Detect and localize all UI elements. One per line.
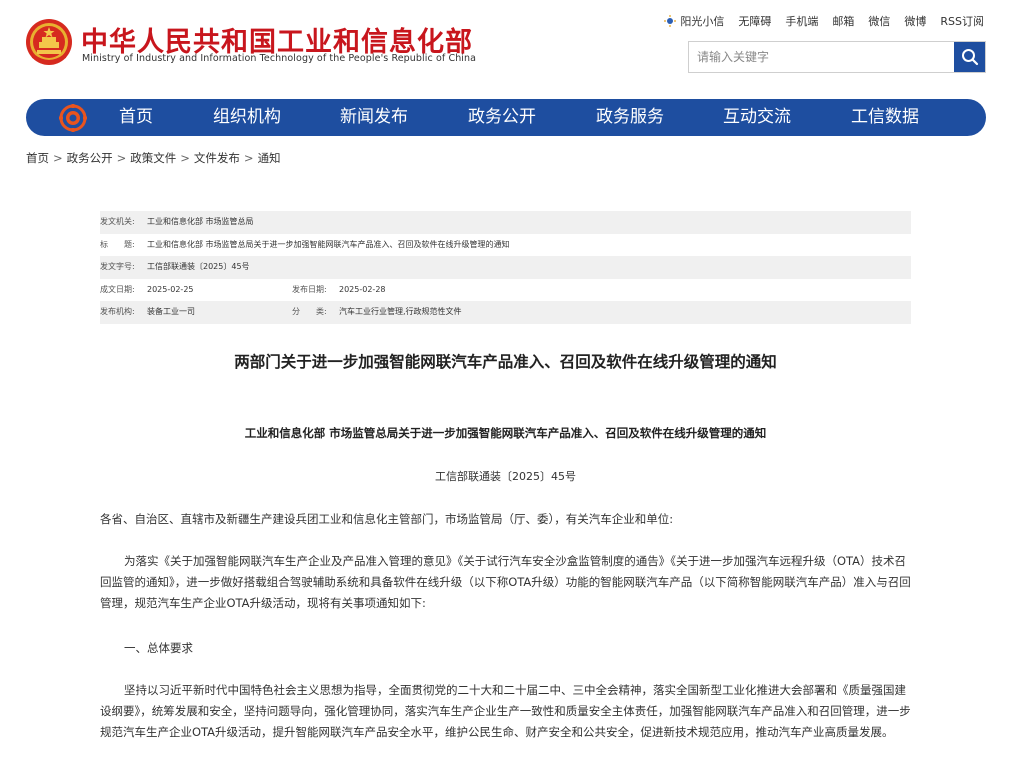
meta-label-docno: 发文字号:	[100, 262, 135, 271]
breadcrumb-home[interactable]: 首页	[26, 151, 49, 165]
breadcrumb-separator: >	[180, 151, 190, 165]
nav-item-data[interactable]: 工信数据	[851, 99, 919, 136]
toplink-weibo[interactable]: 微博	[904, 13, 926, 29]
toplink-accessibility[interactable]: 无障碍	[738, 13, 771, 29]
meta-label-category: 分 类:	[292, 307, 327, 316]
meta-value-title: 工业和信息化部 市场监管总局关于进一步加强智能网联汽车产品准入、召回及软件在线升…	[147, 239, 510, 249]
breadcrumb-policy-files[interactable]: 政策文件	[130, 151, 176, 165]
article-paragraph-1: 为落实《关于加强智能网联汽车生产企业及产品准入管理的意见》《关于试行汽车安全沙盒…	[100, 554, 911, 610]
article-paragraph-2: 坚持以习近平新时代中国特色社会主义思想为指导，全面贯彻党的二十大和二十届二中、三…	[100, 683, 911, 739]
search-button[interactable]	[954, 42, 985, 72]
top-links: 阳光小信 无障碍 手机端 邮箱 微信 微博 RSS订阅	[650, 13, 984, 29]
meta-value-docno: 工信部联通装〔2025〕45号	[147, 262, 250, 271]
meta-row-org: 发布机构: 装备工业一司 分 类: 汽车工业行业管理,行政规范性文件	[100, 301, 911, 324]
document-meta-table: 发文机关: 工业和信息化部 市场监管总局 标 题: 工业和信息化部 市场监管总局…	[100, 211, 911, 324]
site-header: 中华人民共和国工业和信息化部 Ministry of Industry and …	[0, 0, 1036, 98]
breadcrumb-separator: >	[243, 151, 254, 165]
main-nav: 首页 组织机构 新闻发布 政务公开 政务服务 互动交流 工信数据	[26, 99, 986, 136]
toplink-mobile[interactable]: 手机端	[785, 13, 818, 29]
meta-label-issuer: 发文机关:	[100, 217, 135, 226]
breadcrumb-notice[interactable]: 通知	[258, 151, 281, 165]
breadcrumb-government-affairs[interactable]: 政务公开	[67, 151, 113, 165]
meta-row-dates: 成文日期: 2025-02-25 发布日期: 2025-02-28	[100, 279, 911, 302]
meta-row-issuer: 发文机关: 工业和信息化部 市场监管总局	[100, 211, 911, 234]
toplink-label: 阳光小信	[680, 15, 725, 28]
meta-value-org: 装备工业一司	[147, 307, 195, 316]
search-box	[688, 41, 986, 73]
breadcrumb: 首页 > 政务公开 > 政策文件 > 文件发布 > 通知	[26, 150, 281, 166]
meta-row-title: 标 题: 工业和信息化部 市场监管总局关于进一步加强智能网联汽车产品准入、召回及…	[100, 234, 911, 257]
article-addressee: 各省、自治区、直辖市及新疆生产建设兵团工业和信息化主管部门，市场监管局（厅、委）…	[100, 512, 674, 526]
breadcrumb-separator: >	[116, 151, 127, 165]
sun-icon	[664, 15, 677, 27]
breadcrumb-file-release[interactable]: 文件发布	[194, 151, 240, 165]
nav-item-organization[interactable]: 组织机构	[213, 99, 281, 136]
meta-label-published: 发布日期:	[292, 284, 327, 294]
meta-label-org: 发布机构:	[100, 307, 135, 316]
nav-item-services[interactable]: 政务服务	[596, 99, 664, 136]
breadcrumb-separator: >	[53, 151, 63, 165]
meta-row-docno: 发文字号: 工信部联通装〔2025〕45号	[100, 256, 911, 279]
meta-label-created: 成文日期:	[100, 284, 135, 294]
toplink-mail[interactable]: 邮箱	[832, 13, 854, 29]
toplink-wechat[interactable]: 微信	[868, 13, 890, 29]
toplink-rss[interactable]: RSS订阅	[940, 13, 984, 29]
national-emblem-icon[interactable]	[25, 18, 73, 66]
meta-value-issuer: 工业和信息化部 市场监管总局	[147, 217, 254, 226]
meta-value-category: 汽车工业行业管理,行政规范性文件	[339, 307, 462, 316]
site-subtitle: Ministry of Industry and Information Tec…	[82, 53, 477, 64]
nav-item-government-affairs[interactable]: 政务公开	[468, 99, 536, 136]
toplink-sunshine[interactable]: 阳光小信	[664, 13, 724, 29]
article-title: 两部门关于进一步加强智能网联汽车产品准入、召回及软件在线升级管理的通知	[234, 353, 777, 371]
meta-value-created: 2025-02-25	[147, 284, 194, 294]
meta-label-title: 标 题:	[100, 239, 135, 249]
article-section-heading: 一、总体要求	[124, 641, 193, 655]
meta-value-published: 2025-02-28	[339, 284, 386, 294]
nav-item-home[interactable]: 首页	[119, 99, 153, 136]
search-icon	[961, 49, 978, 66]
nav-item-interaction[interactable]: 互动交流	[723, 99, 791, 136]
article-doc-number: 工信部联通装〔2025〕45号	[435, 470, 576, 483]
miit-logo-icon[interactable]	[59, 104, 87, 132]
search-input[interactable]	[689, 42, 954, 72]
article-subtitle: 工业和信息化部 市场监管总局关于进一步加强智能网联汽车产品准入、召回及软件在线升…	[244, 426, 767, 440]
nav-item-news[interactable]: 新闻发布	[340, 99, 408, 136]
